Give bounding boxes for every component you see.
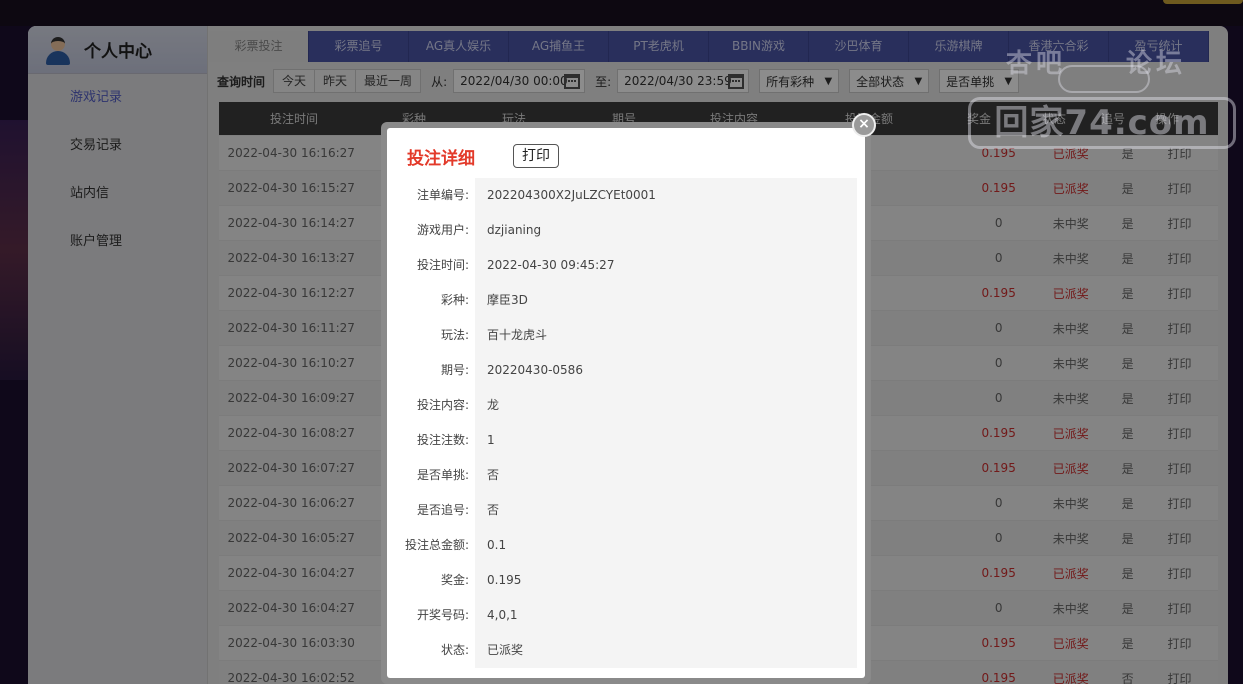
detail-row: 彩种: 摩臣3D [399, 283, 857, 318]
detail-row: 投注时间: 2022-04-30 09:45:27 [399, 248, 857, 283]
detail-value: 202204300X2JuLZCYEt0001 [475, 178, 857, 213]
close-icon[interactable]: × [852, 113, 876, 137]
detail-row: 投注总金额: 0.1 [399, 528, 857, 563]
detail-value: 龙 [475, 388, 857, 423]
detail-value: 否 [475, 458, 857, 493]
bet-detail-modal: 投注详细 打印 注单编号: 202204300X2JuLZCYEt0001 游戏用户… [381, 122, 871, 684]
detail-row: 投注内容: 龙 [399, 388, 857, 423]
watermark-bottom-text: 回家74.com [968, 97, 1236, 149]
detail-label: 注单编号: [399, 178, 475, 213]
detail-label: 状态: [399, 633, 475, 668]
detail-value: 4,0,1 [475, 598, 857, 633]
detail-label: 投注内容: [399, 388, 475, 423]
detail-row: 投注注数: 1 [399, 423, 857, 458]
detail-label: 玩法: [399, 318, 475, 353]
detail-label: 开奖号码: [399, 598, 475, 633]
detail-row: 游戏用户: dzjianing [399, 213, 857, 248]
detail-label: 游戏用户: [399, 213, 475, 248]
detail-value: 0.1 [475, 528, 857, 563]
detail-label: 投注注数: [399, 423, 475, 458]
detail-label: 投注总金额: [399, 528, 475, 563]
detail-value: 1 [475, 423, 857, 458]
detail-value: 20220430-0586 [475, 353, 857, 388]
detail-row: 状态: 已派奖 [399, 633, 857, 668]
detail-value: dzjianing [475, 213, 857, 248]
print-button[interactable]: 打印 [513, 144, 559, 168]
modal-header: 投注详细 打印 [387, 128, 865, 184]
modal-title: 投注详细 [407, 148, 475, 169]
detail-row: 期号: 20220430-0586 [399, 353, 857, 388]
detail-label: 是否单挑: [399, 458, 475, 493]
detail-value: 否 [475, 493, 857, 528]
watermark-ornament [1058, 65, 1150, 93]
detail-row: 是否追号: 否 [399, 493, 857, 528]
detail-row: 开奖号码: 4,0,1 [399, 598, 857, 633]
watermark: 杏吧 论坛 回家74.com [966, 43, 1242, 149]
detail-label: 投注时间: [399, 248, 475, 283]
modal-body: 投注详细 打印 注单编号: 202204300X2JuLZCYEt0001 游戏用户… [387, 128, 865, 678]
detail-row: 是否单挑: 否 [399, 458, 857, 493]
detail-value: 2022-04-30 09:45:27 [475, 248, 857, 283]
detail-row: 奖金: 0.195 [399, 563, 857, 598]
detail-label: 期号: [399, 353, 475, 388]
detail-label: 奖金: [399, 563, 475, 598]
detail-value: 百十龙虎斗 [475, 318, 857, 353]
detail-value: 摩臣3D [475, 283, 857, 318]
detail-row: 注单编号: 202204300X2JuLZCYEt0001 [399, 178, 857, 213]
detail-label: 是否追号: [399, 493, 475, 528]
detail-value: 0.195 [475, 563, 857, 598]
detail-value: 已派奖 [475, 633, 857, 668]
bet-detail-list: 注单编号: 202204300X2JuLZCYEt0001 游戏用户: dzjiani… [399, 178, 857, 668]
detail-label: 彩种: [399, 283, 475, 318]
detail-row: 玩法: 百十龙虎斗 [399, 318, 857, 353]
